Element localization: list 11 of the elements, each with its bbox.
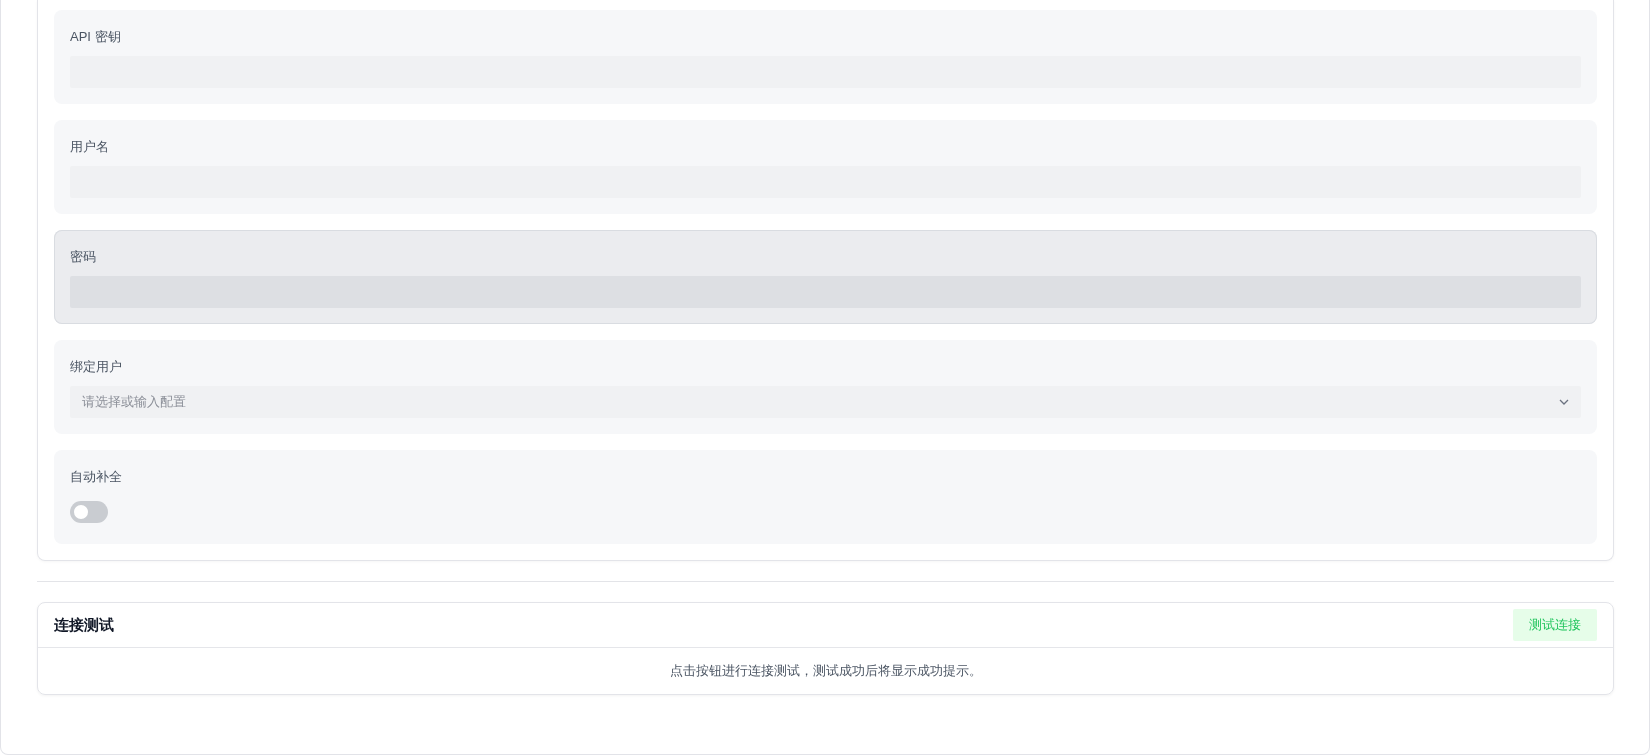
field-label: API 密钥 <box>70 28 122 46</box>
test-connection-button[interactable]: 测试连接 <box>1513 609 1597 641</box>
card-title: 连接测试 <box>54 615 114 635</box>
field-label: 绑定用户 <box>70 358 123 376</box>
chevron-down-icon <box>1559 399 1569 405</box>
field-label: 自动补全 <box>70 468 123 486</box>
select-field[interactable]: 请选择或输入配置 <box>70 386 1581 418</box>
field-label: 密码 <box>70 248 97 266</box>
toggle-switch[interactable] <box>70 501 108 523</box>
hint-text: 点击按钮进行连接测试，测试成功后将显示成功提示。 <box>669 662 982 680</box>
field-label: 用户名 <box>70 138 110 156</box>
